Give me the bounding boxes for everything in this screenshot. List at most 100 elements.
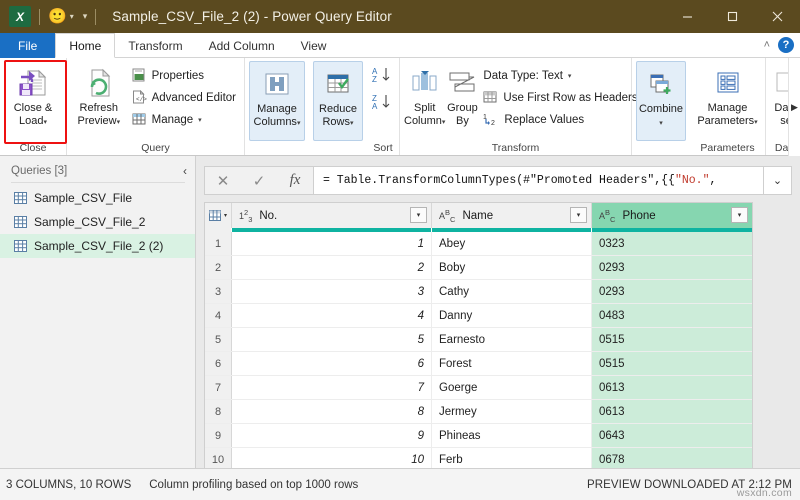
expand-formula-bar-icon[interactable]: ⌄ [764,166,792,195]
cell-no[interactable]: 9 [232,424,432,447]
query-item-sample-csv-file-2[interactable]: Sample_CSV_File_2 [0,210,195,234]
chevron-down-icon[interactable]: ▾ [568,72,572,80]
chevron-down-icon[interactable]: ▾ [70,12,74,21]
close-button[interactable] [755,0,800,33]
properties-button[interactable]: Properties [128,65,240,87]
cell-no[interactable]: 2 [232,256,432,279]
collapse-ribbon-icon[interactable]: ˄ [764,39,770,51]
close-and-load-button[interactable]: Close & Load▾ [4,61,62,129]
table-row[interactable]: 8 8 Jermey 0613 [205,400,752,424]
select-all-icon[interactable]: ▾ [205,203,232,228]
chevron-down-icon[interactable]: ▾ [43,119,47,126]
cell-no[interactable]: 4 [232,304,432,327]
table-row[interactable]: 1 1 Abey 0323 [205,232,752,256]
advanced-editor-label: Advanced Editor [151,92,236,104]
column-header-phone[interactable]: ABC Phone ▾ [592,203,752,228]
cell-no[interactable]: 1 [232,232,432,255]
chevron-down-icon[interactable]: ▾ [754,119,758,126]
ribbon-overflow-arrow[interactable]: ▶ [788,58,800,156]
table-row[interactable]: 7 7 Goerge 0613 [205,376,752,400]
cell-no[interactable]: 5 [232,328,432,351]
tab-transform[interactable]: Transform [115,33,195,58]
cell-phone[interactable]: 0613 [592,376,752,399]
reduce-rows-button[interactable]: Reduce Rows▾ [313,61,363,141]
cell-phone[interactable]: 0483 [592,304,752,327]
divider [39,8,40,25]
chevron-down-icon[interactable]: ▾ [224,212,227,219]
ribbon-group-label-reduce-rows [313,142,363,155]
chevron-down-icon[interactable]: ▾ [297,120,301,127]
advanced-editor-button[interactable]: </> Advanced Editor [128,87,240,109]
cell-name[interactable]: Boby [432,256,592,279]
chevron-down-icon[interactable]: ▾ [117,119,121,126]
column-filter-dropdown-phone[interactable]: ▾ [731,207,748,223]
chevron-down-icon[interactable]: ▾ [350,120,354,127]
cell-name[interactable]: Abey [432,232,592,255]
cell-no[interactable]: 3 [232,280,432,303]
maximize-button[interactable] [710,0,755,33]
power-query-editor-window: X 🙂 ▾ ▾ Sample_CSV_File_2 (2) - Power Qu… [0,0,800,500]
cell-phone[interactable]: 0515 [592,352,752,375]
replace-values-button[interactable]: 12 Replace Values [479,109,650,131]
sort-ascending-button[interactable]: AZ [371,66,395,89]
refresh-preview-button[interactable]: Refresh Preview▾ [71,61,127,129]
column-header-no[interactable]: 123 No. ▾ [232,203,432,228]
quick-access-toolbar-dropdown-icon[interactable]: ▾ [83,11,88,22]
cell-no[interactable]: 8 [232,400,432,423]
cell-name[interactable]: Cathy [432,280,592,303]
manage-button[interactable]: Manage ▾ [128,109,240,131]
data-type-button[interactable]: Data Type: Text ▾ [479,65,650,87]
help-icon[interactable]: ? [778,37,794,53]
collapse-queries-pane-icon[interactable]: ‹ [183,164,187,178]
cancel-formula-button[interactable]: ✕ [205,167,241,194]
cell-phone[interactable]: 0323 [592,232,752,255]
fx-icon[interactable]: fx [277,167,313,194]
smiley-face-icon[interactable]: 🙂 [48,9,67,24]
cell-phone[interactable]: 0613 [592,400,752,423]
manage-parameters-button[interactable]: Manage Parameters▾ [694,61,761,129]
cell-name[interactable]: Forest [432,352,592,375]
query-item-sample-csv-file[interactable]: Sample_CSV_File [0,186,195,210]
combine-button[interactable]: Combine ▾ [636,61,686,141]
tab-view[interactable]: View [288,33,340,58]
column-filter-dropdown-no[interactable]: ▾ [410,207,427,223]
cell-no[interactable]: 7 [232,376,432,399]
table-row[interactable]: 9 9 Phineas 0643 [205,424,752,448]
column-filter-dropdown-name[interactable]: ▾ [570,207,587,223]
tab-home[interactable]: Home [55,33,116,58]
cell-phone[interactable]: 0293 [592,256,752,279]
cell-name[interactable]: Danny [432,304,592,327]
group-by-button[interactable]: Group By [446,61,478,127]
cell-name[interactable]: Jermey [432,400,592,423]
cell-phone[interactable]: 0293 [592,280,752,303]
query-item-sample-csv-file-2-copy[interactable]: Sample_CSV_File_2 (2) [0,234,195,258]
chevron-down-icon[interactable]: ▾ [659,120,663,127]
status-profiling[interactable]: Column profiling based on top 1000 rows [131,479,358,491]
manage-columns-button[interactable]: Manage Columns▾ [249,61,305,141]
cell-phone[interactable]: 0515 [592,328,752,351]
formula-input[interactable]: = Table.TransformColumnTypes(#"Promoted … [313,166,764,195]
sort-descending-button[interactable]: ZA [371,93,395,116]
chevron-down-icon[interactable]: ▾ [442,119,446,126]
ribbon-group-label-sort: Sort [373,142,393,154]
minimize-button[interactable] [665,0,710,33]
cell-name[interactable]: Phineas [432,424,592,447]
table-row[interactable]: 5 5 Earnesto 0515 [205,328,752,352]
tab-add-column[interactable]: Add Column [196,33,288,58]
table-row[interactable]: 4 4 Danny 0483 [205,304,752,328]
cell-no[interactable]: 6 [232,352,432,375]
cell-name[interactable]: Goerge [432,376,592,399]
table-row[interactable]: 6 6 Forest 0515 [205,352,752,376]
split-column-button[interactable]: Split Column▾ [404,61,445,129]
chevron-down-icon[interactable]: ▾ [198,116,202,124]
table-row[interactable]: 3 3 Cathy 0293 [205,280,752,304]
column-header-name[interactable]: ABC Name ▾ [432,203,592,228]
table-row[interactable]: 2 2 Boby 0293 [205,256,752,280]
tab-file[interactable]: File [0,33,56,58]
type-text-icon: ABC [599,207,616,224]
accept-formula-button[interactable]: ✓ [241,167,277,194]
use-first-row-as-headers-button[interactable]: Use First Row as Headers ▾ [479,87,650,109]
cell-name[interactable]: Earnesto [432,328,592,351]
cell-phone[interactable]: 0643 [592,424,752,447]
watermark: wsxdn.com [736,487,792,499]
